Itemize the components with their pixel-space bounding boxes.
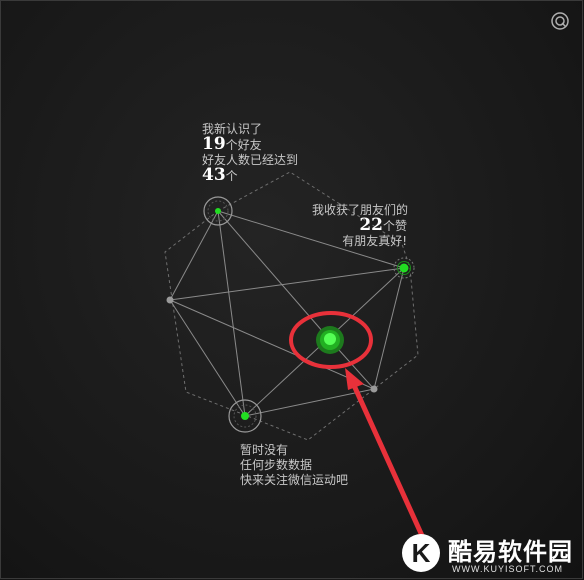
watermark: K 酷易软件园 WWW.KUYISOFT.COM	[402, 526, 582, 578]
total-friends-unit: 个	[225, 169, 238, 183]
friends-summary: 我新认识了 19个好友 好友人数已经达到 43个	[202, 122, 298, 184]
node-center-self[interactable]	[316, 326, 344, 354]
steps-line1: 暂时没有	[240, 443, 289, 457]
network-graph	[164, 171, 427, 543]
k-logo-icon: K	[402, 534, 440, 572]
junction-node-bottom-right	[370, 385, 378, 393]
red-arrow	[345, 368, 427, 543]
junction-node-left	[166, 296, 174, 304]
node-friends[interactable]	[203, 196, 233, 226]
likes-summary: 我收获了朋友们的 22个赞 有朋友真好!	[312, 203, 408, 249]
steps-line2: 任何步数数据	[240, 458, 313, 472]
watermark-title: 酷易软件园	[448, 538, 573, 566]
steps-line3: 快来关注微信运动吧	[240, 473, 349, 487]
likes-count: 22	[359, 215, 383, 235]
likes-unit: 个赞	[382, 219, 407, 233]
total-friends-count: 43	[202, 165, 226, 185]
node-steps[interactable]	[228, 399, 262, 433]
new-friends-count: 19	[202, 134, 226, 154]
likes-line3: 有朋友真好!	[342, 234, 407, 248]
target-icon[interactable]	[550, 11, 570, 31]
watermark-url: WWW.KUYISOFT.COM	[452, 564, 563, 574]
steps-summary: 暂时没有 任何步数数据 快来关注微信运动吧	[240, 443, 348, 488]
new-friends-unit: 个好友	[225, 138, 262, 152]
